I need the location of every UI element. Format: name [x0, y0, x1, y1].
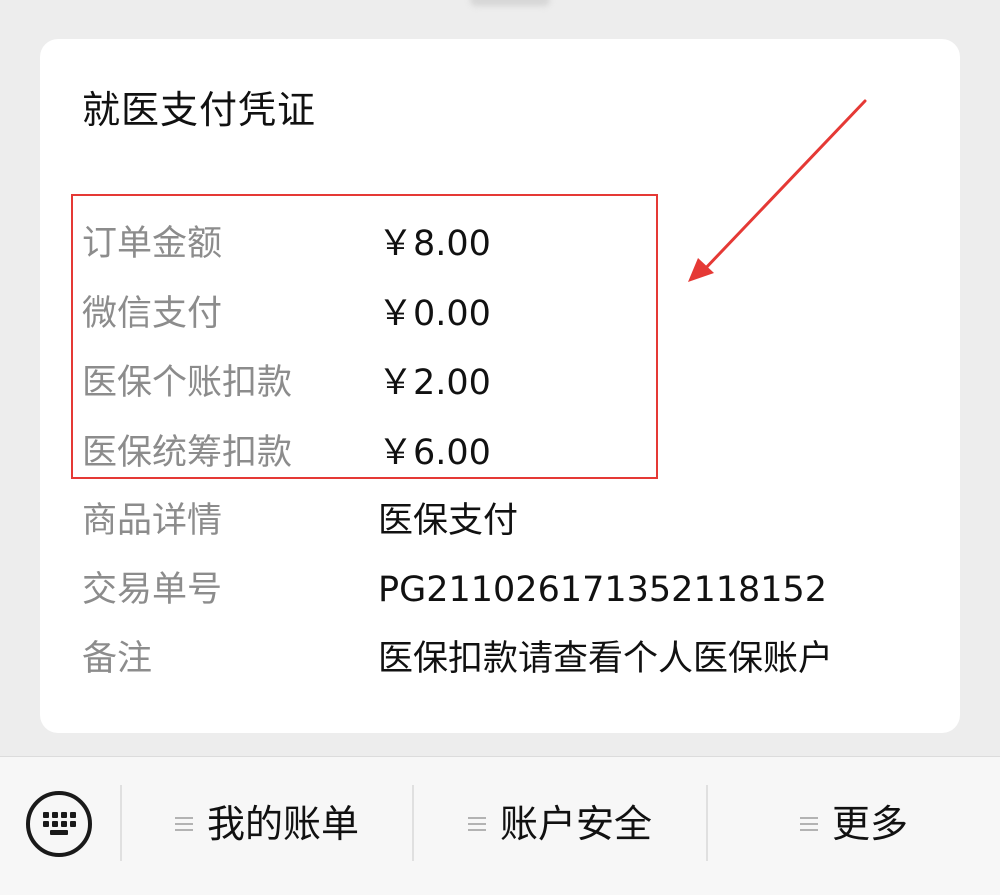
- menu-more-button[interactable]: 更多: [708, 791, 1000, 857]
- row-label: 交易单号: [82, 570, 223, 610]
- row-value: PG211026171352118152: [378, 570, 828, 610]
- menu-my-bills-button[interactable]: 我的账单: [122, 791, 412, 857]
- row-value: 医保支付: [378, 501, 519, 541]
- row-value: 医保扣款请查看个人医保账户: [378, 639, 834, 679]
- menu-lines-icon: [467, 817, 486, 831]
- menu-label: 更多: [831, 802, 908, 846]
- row-label: 备注: [82, 639, 153, 679]
- bottom-menu-bar: 我的账单 账户安全 更多: [0, 757, 1000, 895]
- menu-lines-icon: [174, 817, 193, 831]
- menu-label: 账户安全: [499, 802, 652, 846]
- keyboard-icon: [43, 812, 76, 836]
- row-label: 商品详情: [82, 501, 223, 541]
- menu-account-security-button[interactable]: 账户安全: [414, 791, 706, 857]
- payment-receipt-card: 就医支付凭证 订单金额 ￥8.00 微信支付 ￥0.00 医保个账扣款 ￥2.0…: [40, 39, 960, 733]
- header-remnant: [470, 0, 550, 6]
- menu-label: 我的账单: [206, 802, 359, 846]
- highlight-annotation-box: [71, 194, 658, 479]
- card-title: 就医支付凭证: [82, 88, 317, 132]
- keyboard-toggle-button[interactable]: [26, 791, 92, 857]
- menu-lines-icon: [799, 817, 818, 831]
